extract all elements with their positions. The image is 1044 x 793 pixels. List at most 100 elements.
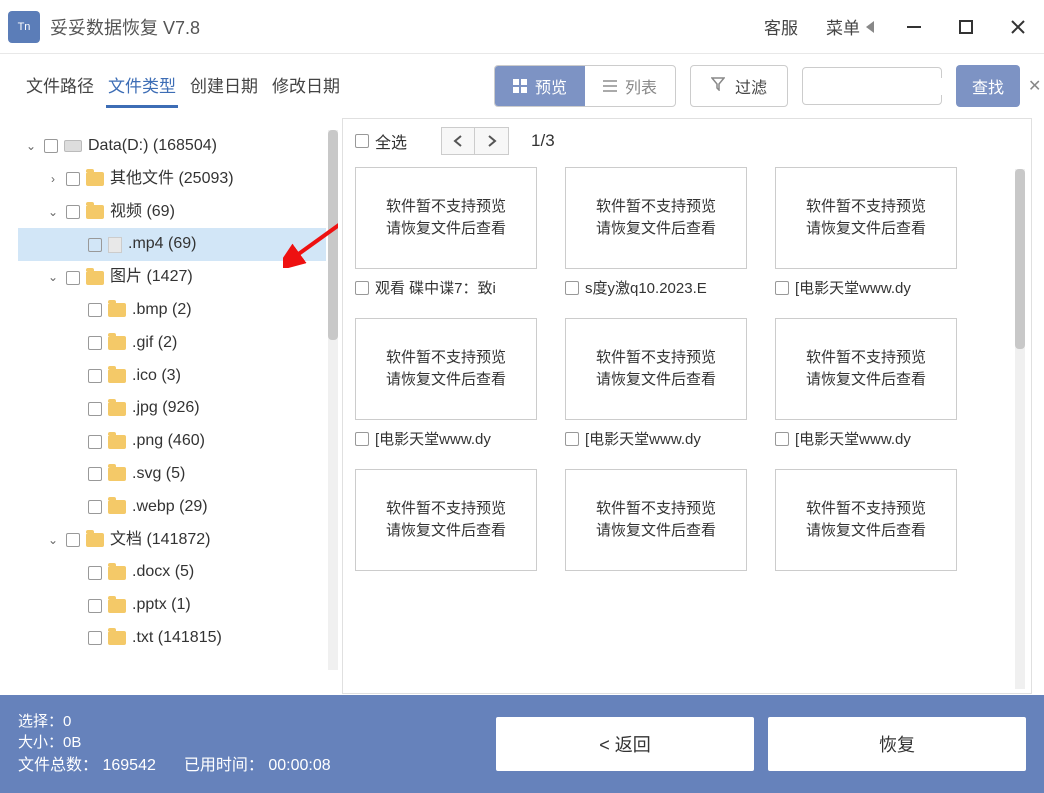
preview-card[interactable]: 软件暂不支持预览请恢复文件后查看观看 碟中谍7：致i <box>355 167 545 298</box>
chevron-down-icon[interactable]: ⌄ <box>24 134 38 159</box>
select-all-checkbox[interactable]: 全选 <box>355 129 407 153</box>
folder-icon <box>108 500 126 514</box>
tree-label: 图片 (1427) <box>110 261 193 294</box>
checkbox[interactable] <box>565 432 579 446</box>
preview-mode-button[interactable]: 预览 <box>495 66 585 106</box>
tree-row[interactable]: › 其他文件 (25093) <box>18 163 326 196</box>
support-link[interactable]: 客服 <box>750 14 812 39</box>
tree-row[interactable]: ·.webp (29) <box>18 491 326 524</box>
chevron-down-icon[interactable]: ⌄ <box>46 265 60 290</box>
checkbox[interactable] <box>66 533 80 547</box>
tree-row[interactable]: ·.bmp (2) <box>18 294 326 327</box>
tree-label: .svg (5) <box>132 458 185 491</box>
grid-scrollbar[interactable] <box>1015 169 1025 689</box>
close-button[interactable] <box>992 0 1044 54</box>
folder-icon <box>86 533 104 547</box>
thumbnail: 软件暂不支持预览请恢复文件后查看 <box>565 469 747 571</box>
chevron-right-icon[interactable]: › <box>46 167 60 192</box>
checkbox[interactable] <box>88 303 102 317</box>
tree-row[interactable]: ·.docx (5) <box>18 556 326 589</box>
tree-row[interactable]: ·.svg (5) <box>18 458 326 491</box>
clear-search-icon[interactable]: ✕ <box>1018 76 1044 96</box>
preview-card[interactable]: 软件暂不支持预览请恢复文件后查看s度y激q10.2023.E <box>565 167 755 298</box>
checkbox[interactable] <box>66 271 80 285</box>
folder-icon <box>108 402 126 416</box>
prev-page-button[interactable] <box>441 127 475 155</box>
tree-label: .png (460) <box>132 425 205 458</box>
tab-file-type[interactable]: 文件类型 <box>106 64 178 108</box>
checkbox[interactable] <box>88 500 102 514</box>
tree-row[interactable]: ·.ico (3) <box>18 360 326 393</box>
next-page-button[interactable] <box>475 127 509 155</box>
status-bar: 选择：0 大小：0B 文件总数： 169542 已用时间： 00:00:08 <… <box>0 695 1044 793</box>
card-label-row: [电影天堂www.dy <box>775 277 965 298</box>
checkbox[interactable] <box>775 432 789 446</box>
card-filename: 观看 碟中谍7：致i <box>375 277 496 298</box>
folder-icon <box>86 205 104 219</box>
card-filename: [电影天堂www.dy <box>795 428 911 449</box>
preview-card[interactable]: 软件暂不支持预览请恢复文件后查看 <box>775 469 965 571</box>
recover-button[interactable]: 恢复 <box>768 717 1026 771</box>
tree-row[interactable]: ·.mp4 (69) <box>18 228 326 261</box>
tree-label: .pptx (1) <box>132 589 191 622</box>
tree-row[interactable]: ·.jpg (926) <box>18 392 326 425</box>
checkbox[interactable] <box>355 432 369 446</box>
preview-card[interactable]: 软件暂不支持预览请恢复文件后查看[电影天堂www.dy <box>565 318 755 449</box>
menu-link[interactable]: 菜单 <box>812 14 888 39</box>
checkbox[interactable] <box>88 402 102 416</box>
folder-icon <box>108 435 126 449</box>
preview-card[interactable]: 软件暂不支持预览请恢复文件后查看 <box>355 469 545 571</box>
folder-icon <box>108 631 126 645</box>
tree-row[interactable]: ⌄视频 (69) <box>18 196 326 229</box>
tab-modify-date[interactable]: 修改日期 <box>270 64 342 108</box>
chevron-down-icon[interactable]: ⌄ <box>46 200 60 225</box>
search-box: ✕ <box>802 67 942 105</box>
checkbox[interactable] <box>88 599 102 613</box>
preview-card[interactable]: 软件暂不支持预览请恢复文件后查看[电影天堂www.dy <box>355 318 545 449</box>
checkbox[interactable] <box>88 238 102 252</box>
disk-icon <box>64 140 82 152</box>
checkbox[interactable] <box>88 369 102 383</box>
thumbnail: 软件暂不支持预览请恢复文件后查看 <box>355 167 537 269</box>
find-button[interactable]: 查找 <box>956 65 1020 107</box>
chevron-down-icon[interactable]: ⌄ <box>46 528 60 553</box>
back-button[interactable]: < 返回 <box>496 717 754 771</box>
tree-row[interactable]: ·.pptx (1) <box>18 589 326 622</box>
list-mode-button[interactable]: 列表 <box>585 66 675 106</box>
card-label-row: [电影天堂www.dy <box>355 428 545 449</box>
tree-label: .webp (29) <box>132 491 208 524</box>
tree-row[interactable]: ⌄文档 (141872) <box>18 524 326 557</box>
card-filename: [电影天堂www.dy <box>795 277 911 298</box>
tab-file-path[interactable]: 文件路径 <box>24 64 96 108</box>
preview-card[interactable]: 软件暂不支持预览请恢复文件后查看[电影天堂www.dy <box>775 318 965 449</box>
tree-row[interactable]: ·.gif (2) <box>18 327 326 360</box>
maximize-button[interactable] <box>940 0 992 54</box>
checkbox[interactable] <box>88 467 102 481</box>
tab-create-date[interactable]: 创建日期 <box>188 64 260 108</box>
triangle-left-icon <box>866 21 874 33</box>
checkbox[interactable] <box>66 172 80 186</box>
tree-row[interactable]: ·.png (460) <box>18 425 326 458</box>
tree-label: 其他文件 (25093) <box>110 163 234 196</box>
checkbox[interactable] <box>44 139 58 153</box>
checkbox[interactable] <box>88 631 102 645</box>
filter-button[interactable]: 过滤 <box>690 65 788 107</box>
checkbox[interactable] <box>88 336 102 350</box>
list-icon <box>603 79 617 93</box>
checkbox[interactable] <box>88 566 102 580</box>
preview-card[interactable]: 软件暂不支持预览请恢复文件后查看 <box>565 469 755 571</box>
tree-row[interactable]: ·.txt (141815) <box>18 622 326 655</box>
minimize-button[interactable] <box>888 0 940 54</box>
preview-card[interactable]: 软件暂不支持预览请恢复文件后查看 [电影天堂www.dy <box>775 167 965 298</box>
tree-label: .gif (2) <box>132 327 177 360</box>
checkbox[interactable] <box>565 281 579 295</box>
checkbox[interactable] <box>355 281 369 295</box>
checkbox[interactable] <box>88 435 102 449</box>
tree-scrollbar[interactable] <box>328 130 338 670</box>
tree-row[interactable]: ⌄Data(D:) (168504) <box>18 130 326 163</box>
checkbox[interactable] <box>66 205 80 219</box>
checkbox[interactable] <box>775 281 789 295</box>
tree-row[interactable]: ⌄ 图片 (1427) <box>18 261 326 294</box>
thumbnail: 软件暂不支持预览请恢复文件后查看 <box>775 167 957 269</box>
tree-label: .txt (141815) <box>132 622 222 655</box>
